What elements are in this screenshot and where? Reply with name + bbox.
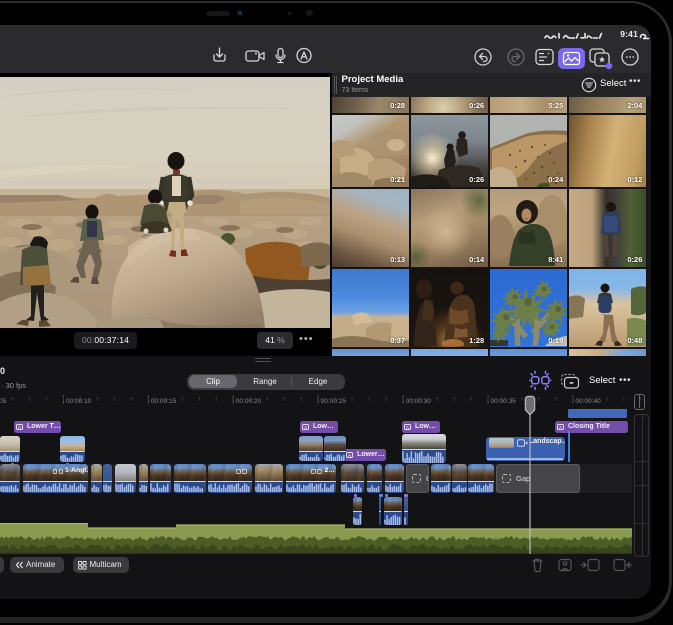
svg-text:00:00:15: 00:00:15 (151, 398, 177, 405)
svg-text:00:00:25: 00:00:25 (321, 398, 347, 405)
svg-text:00:00:05: 00:00:05 (0, 398, 7, 405)
svg-text:00:00:20: 00:00:20 (236, 398, 262, 405)
svg-text:00:00:10: 00:00:10 (66, 398, 92, 405)
svg-text:00:00:30: 00:00:30 (406, 398, 432, 405)
svg-text:00:00:35: 00:00:35 (491, 398, 517, 405)
svg-text:00:00:40: 00:00:40 (575, 398, 601, 405)
